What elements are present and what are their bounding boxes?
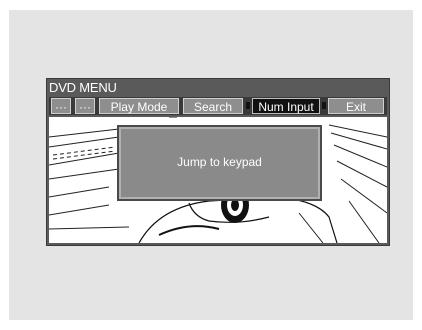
selection-marker-left <box>246 102 250 109</box>
menu-title: DVD MENU <box>49 80 117 95</box>
dvd-screen: DVD MENU ··· ··· Play Mode Search Num In… <box>46 78 390 246</box>
menu-button-search[interactable]: Search <box>183 98 243 114</box>
menu-button-exit[interactable]: Exit <box>328 98 384 114</box>
jump-to-keypad-dialog: Jump to keypad <box>117 125 322 201</box>
menu-button-num-input[interactable]: Num Input <box>252 98 320 114</box>
menu-button-more-2[interactable]: ··· <box>75 98 95 114</box>
selection-marker-right <box>322 102 326 109</box>
menu-bar: ··· ··· Play Mode Search Num Input Exit <box>49 97 387 115</box>
dialog-message: Jump to keypad <box>177 155 262 169</box>
menu-button-more-1[interactable]: ··· <box>51 98 71 114</box>
menu-button-play-mode[interactable]: Play Mode <box>99 98 179 114</box>
